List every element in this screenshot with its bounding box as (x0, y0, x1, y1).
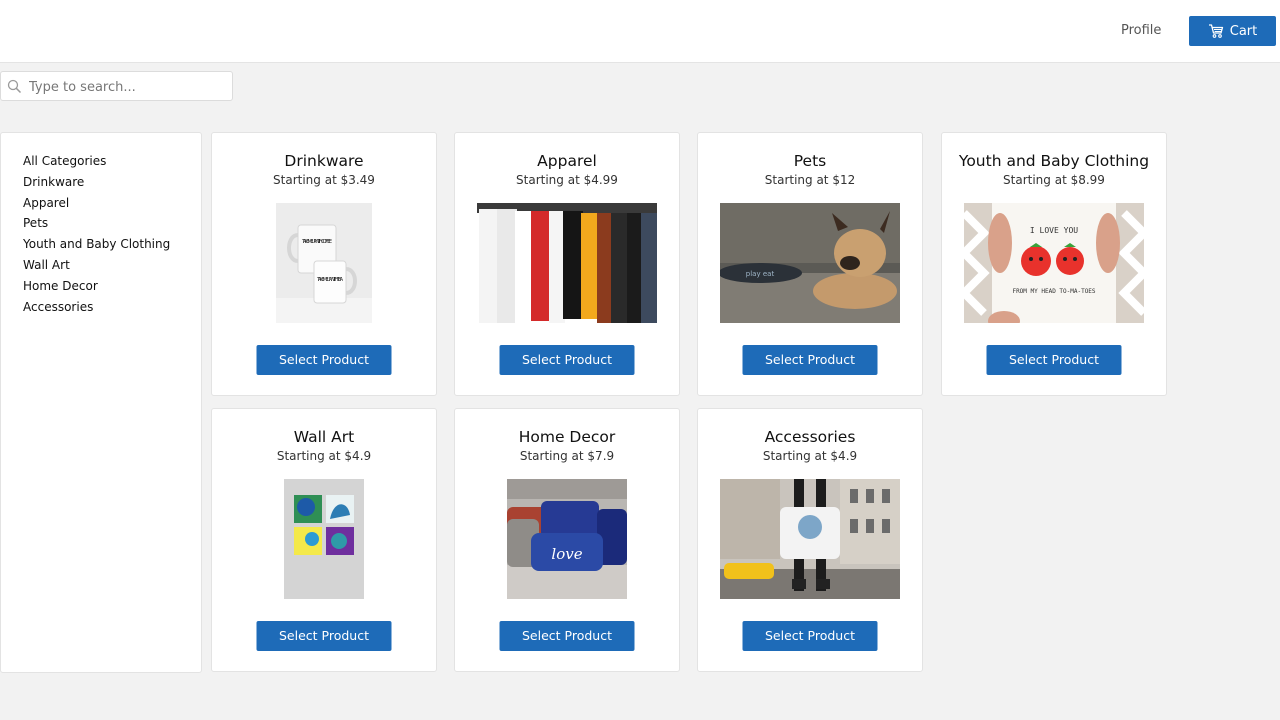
onesie-bottom-text: FROM MY HEAD TO-MA-TOES (1012, 288, 1095, 295)
select-product-button-drinkware[interactable]: Select Product (256, 345, 392, 375)
product-title: Pets (793, 152, 827, 170)
product-price: Starting at $4.9 (762, 449, 858, 463)
profile-link[interactable]: Profile (1121, 23, 1161, 38)
product-image-drinkware: TAKE ME UP WITH COFFEE TAKE ME UP WITH T… (276, 203, 372, 323)
shopping-cart-icon (1208, 24, 1223, 38)
category-sidebar: All Categories Drinkware Apparel Pets Yo… (0, 132, 202, 673)
product-card-home-decor: Home Decor Starting at $7.9 love Select … (454, 408, 680, 672)
product-card-youth-baby-clothing: Youth and Baby Clothing Starting at $8.9… (941, 132, 1167, 396)
product-image-apparel (477, 203, 657, 323)
product-card-pets: Pets Starting at $12 play eat Select Pro… (697, 132, 923, 396)
product-title: Accessories (764, 428, 856, 446)
select-product-button-pets[interactable]: Select Product (742, 345, 878, 375)
product-card-apparel: Apparel Starting at $4.99 Select Product (454, 132, 680, 396)
product-price: Starting at $4.99 (516, 173, 618, 187)
sidebar-item-accessories[interactable]: Accessories (23, 297, 201, 318)
sidebar-item-pets[interactable]: Pets (23, 213, 201, 234)
select-product-button-accessories[interactable]: Select Product (742, 621, 878, 651)
sidebar-item-drinkware[interactable]: Drinkware (23, 172, 201, 193)
pet-bowl-text: play eat (746, 270, 775, 278)
search-box (0, 71, 233, 101)
sidebar-item-all-categories[interactable]: All Categories (23, 151, 201, 172)
product-title: Apparel (537, 152, 597, 170)
select-product-button-home-decor[interactable]: Select Product (499, 621, 635, 651)
product-card-accessories: Accessories Starting at $4.9 Select Prod… (697, 408, 923, 672)
product-image-wall-art (284, 479, 364, 599)
cart-button[interactable]: Cart (1189, 16, 1276, 46)
search-input[interactable] (29, 76, 227, 98)
select-product-button-apparel[interactable]: Select Product (499, 345, 635, 375)
product-card-wall-art: Wall Art Starting at $4.9 Select Product (211, 408, 437, 672)
sidebar-item-home-decor[interactable]: Home Decor (23, 276, 201, 297)
sidebar-item-youth-baby-clothing[interactable]: Youth and Baby Clothing (23, 234, 201, 255)
pillow-text: love (551, 545, 582, 563)
onesie-top-text: I LOVE YOU (1030, 226, 1078, 235)
product-image-pets: play eat (720, 203, 900, 323)
product-card-drinkware: Drinkware Starting at $3.49 TAKE ME UP W… (211, 132, 437, 396)
search-icon (7, 79, 22, 94)
product-price: Starting at $8.99 (1003, 173, 1105, 187)
select-product-button-wall-art[interactable]: Select Product (256, 621, 392, 651)
mug-front-text: TAKE ME UP WITH COFFEE (301, 239, 332, 245)
select-product-button-youth-baby-clothing[interactable]: Select Product (986, 345, 1122, 375)
product-image-youth-baby-clothing: I LOVE YOU FROM MY HEAD TO-MA-TOES (964, 203, 1144, 323)
mug-back-text: TAKE ME UP WITH TEA (316, 277, 344, 283)
product-image-accessories (720, 479, 900, 599)
top-navbar: Profile Cart (0, 0, 1280, 63)
product-price: Starting at $12 (764, 173, 856, 187)
product-title: Home Decor (518, 428, 616, 446)
product-title: Wall Art (293, 428, 355, 446)
product-price: Starting at $3.49 (273, 173, 375, 187)
product-title: Youth and Baby Clothing (958, 152, 1150, 170)
product-price: Starting at $7.9 (519, 449, 615, 463)
sidebar-item-wall-art[interactable]: Wall Art (23, 255, 201, 276)
sidebar-item-apparel[interactable]: Apparel (23, 193, 201, 214)
cart-label: Cart (1229, 23, 1258, 39)
product-title: Drinkware (284, 152, 364, 170)
product-image-home-decor: love (507, 479, 627, 599)
product-price: Starting at $4.9 (276, 449, 372, 463)
